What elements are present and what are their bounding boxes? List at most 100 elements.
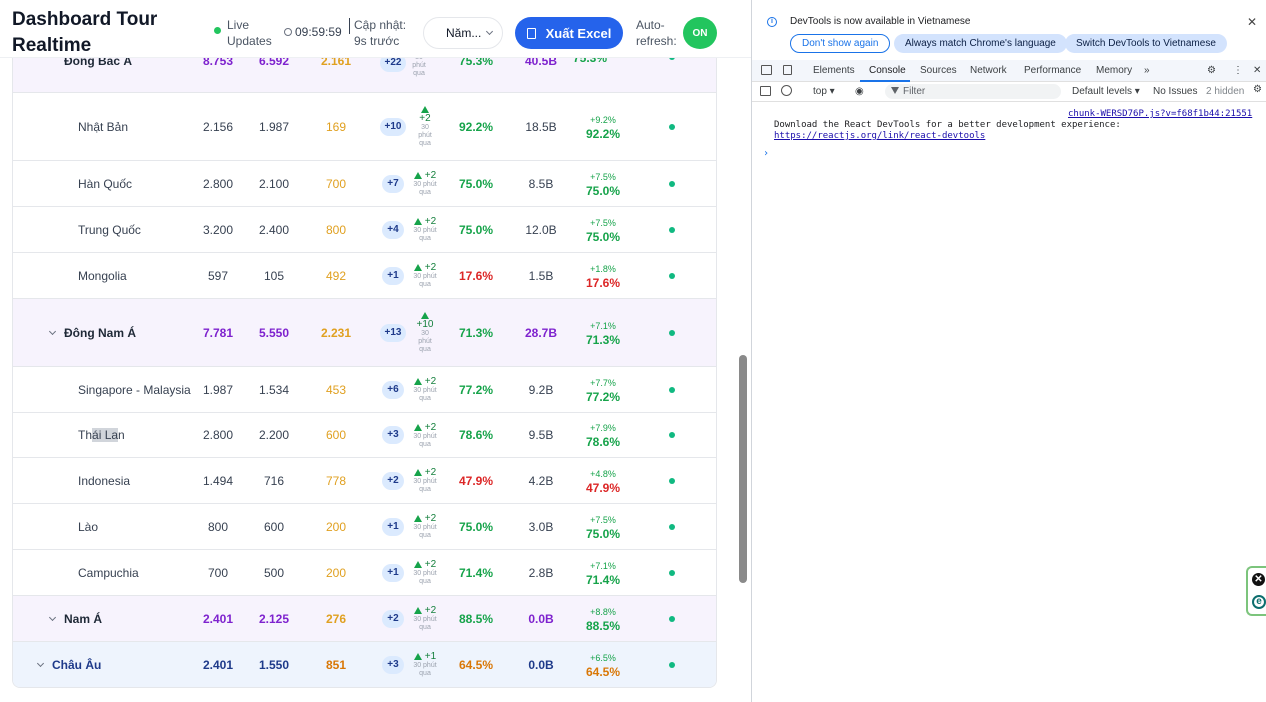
close-circle-icon[interactable]: ✕ [1252,573,1265,586]
change-delta: +7.5% [590,217,616,228]
change-cell: +6.5% 64.5% [573,642,633,687]
live-indicator: Live Updates [214,17,277,49]
tab-performance[interactable]: Performance [1024,65,1081,76]
increase-badge: +6 [382,380,404,399]
name-cell: Đông Nam Á [48,299,136,366]
fill-rate-cell: 77.2% [458,382,494,397]
status-dot-icon [669,615,675,622]
row-name: Singapore - Malaysia [78,382,191,397]
trend-cell: +2 30 phút qua [408,413,442,457]
console-settings-icon[interactable]: ⚙ [1253,84,1262,95]
remaining-cell: 276 [325,611,347,626]
clear-console-icon[interactable] [781,85,792,96]
booked-cell: 2.100 [258,176,290,191]
console-prompt-icon[interactable]: › [763,148,769,159]
increase-badge: +7 [382,174,404,193]
remaining-cell: 200 [325,519,347,534]
booked-cell: 716 [263,473,285,488]
remaining-cell: 453 [325,382,347,397]
increase-badge: +13 [379,323,407,342]
total-cell: 800 [207,519,229,534]
year-select[interactable]: Năm... [423,17,503,49]
console-toolbar: top ▾ ◉ Filter Default levels ▾ No Issue… [752,82,1266,102]
chevron-down-icon[interactable] [48,327,57,335]
fill-rate-cell: 92.2% [458,119,494,134]
tab-memory[interactable]: Memory [1096,65,1132,76]
change-cell: +4.8% 47.9% [573,458,633,503]
devtools-language-banner: i DevTools is now available in Vietnames… [752,0,1266,60]
tab-network[interactable]: Network [970,65,1007,76]
context-select[interactable]: top ▾ [813,86,835,97]
close-devtools-icon[interactable]: ✕ [1253,65,1261,76]
revenue-cell: 8.5B [528,176,554,191]
match-language-button[interactable]: Always match Chrome's language [894,34,1067,53]
trend-up-icon [421,105,429,113]
country-row: Mongolia 597 105 492 +1 +2 30 phút qua 17… [13,253,716,299]
increase-badge: +1 [382,517,404,536]
trend-value: +2 [424,262,437,273]
trend-cell: +2 30 phút qua [408,504,442,549]
tab-sources[interactable]: Sources [920,65,957,76]
close-icon[interactable]: ✕ [1247,15,1257,29]
row-name: Mongolia [78,268,127,283]
change-cell: +7.9% 78.6% [573,413,633,457]
log-levels-select[interactable]: Default levels ▾ [1072,86,1140,97]
total-cell: 3.200 [202,222,234,237]
export-excel-button[interactable]: Xuất Excel [515,17,623,49]
console-filter-input[interactable]: Filter [885,84,1061,99]
status-cell [665,550,679,595]
status-cell [665,413,679,457]
autorefresh-text: Auto-refresh: [636,18,677,48]
log-levels-value: Default levels [1072,86,1133,97]
fill-rate-cell: 17.6% [458,268,494,283]
scroll-thumb[interactable] [739,355,747,583]
dont-show-again-button[interactable]: Don't show again [790,34,891,53]
revenue-cell: 0.0B [528,611,554,626]
issues-counter[interactable]: No Issues [1153,86,1197,97]
source-link[interactable]: chunk-WERSD76P.js?v=f68f1b44:21551 [1068,109,1252,119]
device-toolbar-icon[interactable] [783,65,792,75]
chevron-down-icon[interactable] [48,613,57,621]
booked-cell: 1.550 [258,657,290,672]
sidebar-toggle-icon[interactable] [760,86,771,96]
name-cell: Châu Âu [36,642,101,687]
autorefresh-toggle[interactable]: ON [683,17,717,49]
more-options-icon[interactable]: ⋮ [1233,65,1243,76]
extension-e-icon[interactable]: e [1252,595,1266,609]
more-tabs-icon[interactable]: » [1144,65,1150,76]
status-dot-icon [669,477,675,484]
trend-value: +2 [419,112,431,124]
inspect-element-icon[interactable] [761,65,772,75]
page-scrollbar[interactable] [737,8,749,698]
change-value: 71.3% [585,332,621,347]
settings-gear-icon[interactable]: ⚙ [1207,65,1216,76]
change-delta: +7.1% [590,560,616,571]
info-icon: i [767,17,777,27]
hidden-count: 2 hidden [1206,86,1245,97]
increase-cell: +3 [378,413,408,457]
revenue-cell: 9.5B [528,428,554,442]
increase-cell: +3 [378,642,408,687]
booked-cell: 1.987 [258,119,290,134]
row-name: Thái Lan [78,428,125,442]
total-cell: 2.401 [202,611,234,626]
tab-elements[interactable]: Elements [813,65,855,76]
name-cell: Hàn Quốc [78,161,132,206]
extension-widget[interactable]: ✕ e [1246,566,1266,616]
continent-row[interactable]: Châu Âu 2.401 1.550 851 +3 +1 30 phút qua… [13,642,716,687]
booked-cell: 2.400 [258,222,290,237]
remaining-cell: 778 [325,473,347,488]
chevron-down-icon[interactable] [36,659,45,667]
eye-icon[interactable]: ◉ [855,86,864,97]
log-link[interactable]: https://reactjs.org/link/react-devtools [774,131,985,141]
devtools-panel: i DevTools is now available in Vietnames… [751,0,1266,702]
region-row[interactable]: Đông Nam Á 7.781 5.550 2.231 +13 +10 30 p… [13,299,716,367]
tab-console[interactable]: Console [869,65,906,76]
region-row[interactable]: Nam Á 2.401 2.125 276 +2 +2 30 phút qua 8… [13,596,716,642]
switch-language-button[interactable]: Switch DevTools to Vietnamese [1065,34,1227,53]
fill-rate-cell: 75.0% [458,222,494,237]
change-delta: +1.8% [590,263,616,274]
increase-badge: +2 [382,471,404,490]
change-delta: +7.9% [590,423,616,433]
change-delta: +7.7% [590,377,616,388]
